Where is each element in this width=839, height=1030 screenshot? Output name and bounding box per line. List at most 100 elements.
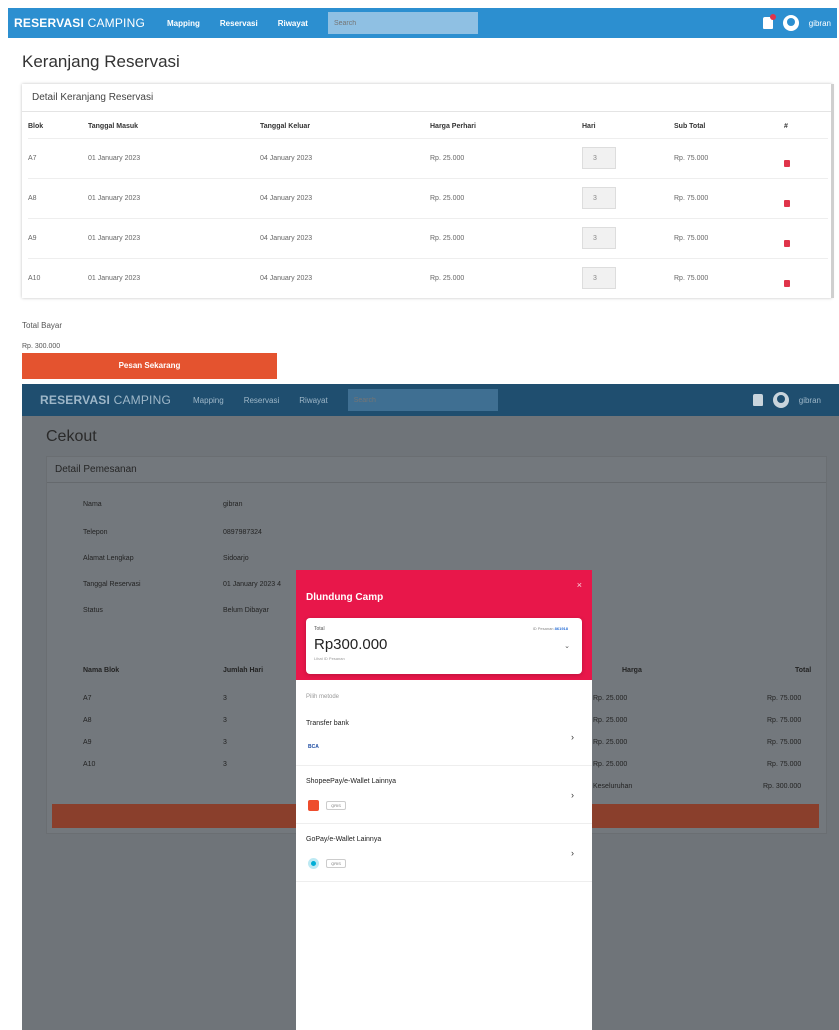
method-name: Transfer bank <box>306 720 349 727</box>
days-input[interactable]: 3 <box>582 267 616 290</box>
chevron-down-icon[interactable]: ⌄ <box>564 642 570 650</box>
payment-method-shopeepay[interactable]: ShopeePay/e-Wallet Lainnya QRIS › <box>296 766 592 824</box>
cell-harga: Rp. 25.000 <box>593 739 628 746</box>
cell-hari: 3 <box>223 761 227 768</box>
total-amount: Rp300.000 <box>314 636 388 653</box>
cell-total: Rp. 75.000 <box>767 695 802 702</box>
search-input[interactable] <box>327 12 478 34</box>
total-value: Rp. 300.000 <box>22 343 61 350</box>
nav-riwayat[interactable]: Riwayat <box>278 19 308 28</box>
payment-method-gopay[interactable]: GoPay/e-Wallet Lainnya QRIS › <box>296 824 592 882</box>
cell-keluar: 04 January 2023 <box>260 137 430 178</box>
nav-riwayat[interactable]: Riwayat <box>299 396 327 405</box>
cart-icon[interactable] <box>752 394 763 406</box>
method-name: GoPay/e-Wallet Lainnya <box>306 836 382 843</box>
col-subtotal: Sub Total <box>674 123 706 131</box>
scrollbar[interactable] <box>831 84 834 298</box>
col-harga: Harga <box>622 667 642 674</box>
pick-method-label: Pilih metode <box>306 694 340 700</box>
detail-value: 01 January 2023 4 <box>223 581 281 588</box>
grand-label: Keseluruhan <box>593 783 633 790</box>
cell-masuk: 01 January 2023 <box>88 257 260 298</box>
user-name[interactable]: gibran <box>809 19 831 28</box>
trash-icon[interactable] <box>784 279 790 287</box>
cell-blok: A8 <box>28 177 88 218</box>
cell-harga: Rp. 25.000 <box>593 717 628 724</box>
cell-blok: A8 <box>83 717 92 724</box>
checkout-navbar: RESERVASI CAMPING Mapping Reservasi Riwa… <box>22 384 839 416</box>
cell-blok: A9 <box>83 739 92 746</box>
cell-total: Rp. 75.000 <box>767 761 802 768</box>
col-total: Total <box>795 667 812 674</box>
cart-card: Detail Keranjang Reservasi Blok Tanggal … <box>22 84 832 298</box>
cell-masuk: 01 January 2023 <box>88 177 260 218</box>
cell-harga: Rp. 25.000 <box>430 137 582 178</box>
col-action: # <box>784 123 788 131</box>
nav-mapping[interactable]: Mapping <box>167 19 200 28</box>
table-row: A10 01 January 2023 04 January 2023 Rp. … <box>28 257 828 298</box>
total-summary[interactable]: Total ID Pesanan 861918 Rp300.000 Lihat … <box>306 618 582 674</box>
total-label: Total <box>314 626 325 632</box>
nav-mapping[interactable]: Mapping <box>193 396 224 405</box>
detail-label: Alamat Lengkap <box>83 555 134 562</box>
cart-icon[interactable] <box>762 14 776 29</box>
trash-icon[interactable] <box>784 159 790 167</box>
nav-reservasi[interactable]: Reservasi <box>244 396 280 405</box>
avatar-icon[interactable] <box>782 15 799 31</box>
cell-hari: 3 <box>223 695 227 702</box>
cell-harga: Rp. 25.000 <box>593 695 628 702</box>
payment-method-bank[interactable]: Transfer bank BCA › <box>296 708 592 766</box>
cell-keluar: 04 January 2023 <box>260 177 430 218</box>
checkout-title: Cekout <box>46 428 97 445</box>
nav-reservasi[interactable]: Reservasi <box>220 19 258 28</box>
days-input[interactable]: 3 <box>582 187 616 209</box>
chevron-right-icon: › <box>571 732 574 742</box>
cell-blok: A7 <box>83 695 92 702</box>
avatar-icon[interactable] <box>772 392 789 408</box>
detail-label: Tanggal Reservasi <box>83 581 141 588</box>
user-name[interactable]: gibran <box>799 396 821 405</box>
brand-logo[interactable]: RESERVASI CAMPING <box>14 16 145 30</box>
cell-blok: A10 <box>28 257 88 298</box>
cart-screen: RESERVASI CAMPING Mapping Reservasi Riwa… <box>0 0 839 384</box>
notification-dot <box>769 14 776 20</box>
days-input[interactable]: 3 <box>582 147 616 169</box>
cell-keluar: 04 January 2023 <box>260 217 430 258</box>
cell-harga: Rp. 25.000 <box>430 177 582 218</box>
close-icon[interactable]: × <box>577 580 582 590</box>
order-now-button[interactable]: Pesan Sekarang <box>22 353 277 379</box>
chevron-right-icon: › <box>571 790 574 800</box>
trash-icon[interactable] <box>784 239 790 247</box>
brand-logo[interactable]: RESERVASI CAMPING <box>40 393 171 407</box>
days-input[interactable]: 3 <box>582 227 616 249</box>
col-blok: Blok <box>28 123 44 131</box>
table-header: Blok Tanggal Masuk Tanggal Keluar Harga … <box>28 116 828 138</box>
top-navbar: RESERVASI CAMPING Mapping Reservasi Riwa… <box>8 8 837 38</box>
cell-harga: Rp. 25.000 <box>593 761 628 768</box>
cell-hari: 3 <box>223 739 227 746</box>
qris-logo: QRIS <box>326 859 346 868</box>
col-harga: Harga Perhari <box>430 123 476 131</box>
detail-value: 0897987324 <box>223 529 262 536</box>
table-row: A8 01 January 2023 04 January 2023 Rp. 2… <box>28 177 828 218</box>
col-hari: Hari <box>582 123 596 131</box>
detail-label: Status <box>83 607 103 614</box>
search-input[interactable] <box>347 389 498 411</box>
total-subtext: Lihat ID Pesanan <box>314 656 345 661</box>
cell-subtotal: Rp. 75.000 <box>674 217 784 258</box>
shopeepay-icon <box>308 800 319 811</box>
cell-hari: 3 <box>223 717 227 724</box>
cell-blok: A7 <box>28 137 88 178</box>
cell-keluar: 04 January 2023 <box>260 257 430 298</box>
cell-masuk: 01 January 2023 <box>88 217 260 258</box>
cell-harga: Rp. 25.000 <box>430 217 582 258</box>
col-keluar: Tanggal Keluar <box>260 123 311 131</box>
cell-blok: A9 <box>28 217 88 258</box>
detail-label: Telepon <box>83 529 108 536</box>
col-jumlah-hari: Jumlah Hari <box>223 667 264 674</box>
trash-icon[interactable] <box>784 199 790 207</box>
cell-total: Rp. 75.000 <box>767 717 802 724</box>
total-label: Total Bayar <box>22 321 63 330</box>
gopay-icon <box>308 858 319 869</box>
modal-header: Dlundung Camp × Total ID Pesanan 861918 … <box>296 570 592 680</box>
